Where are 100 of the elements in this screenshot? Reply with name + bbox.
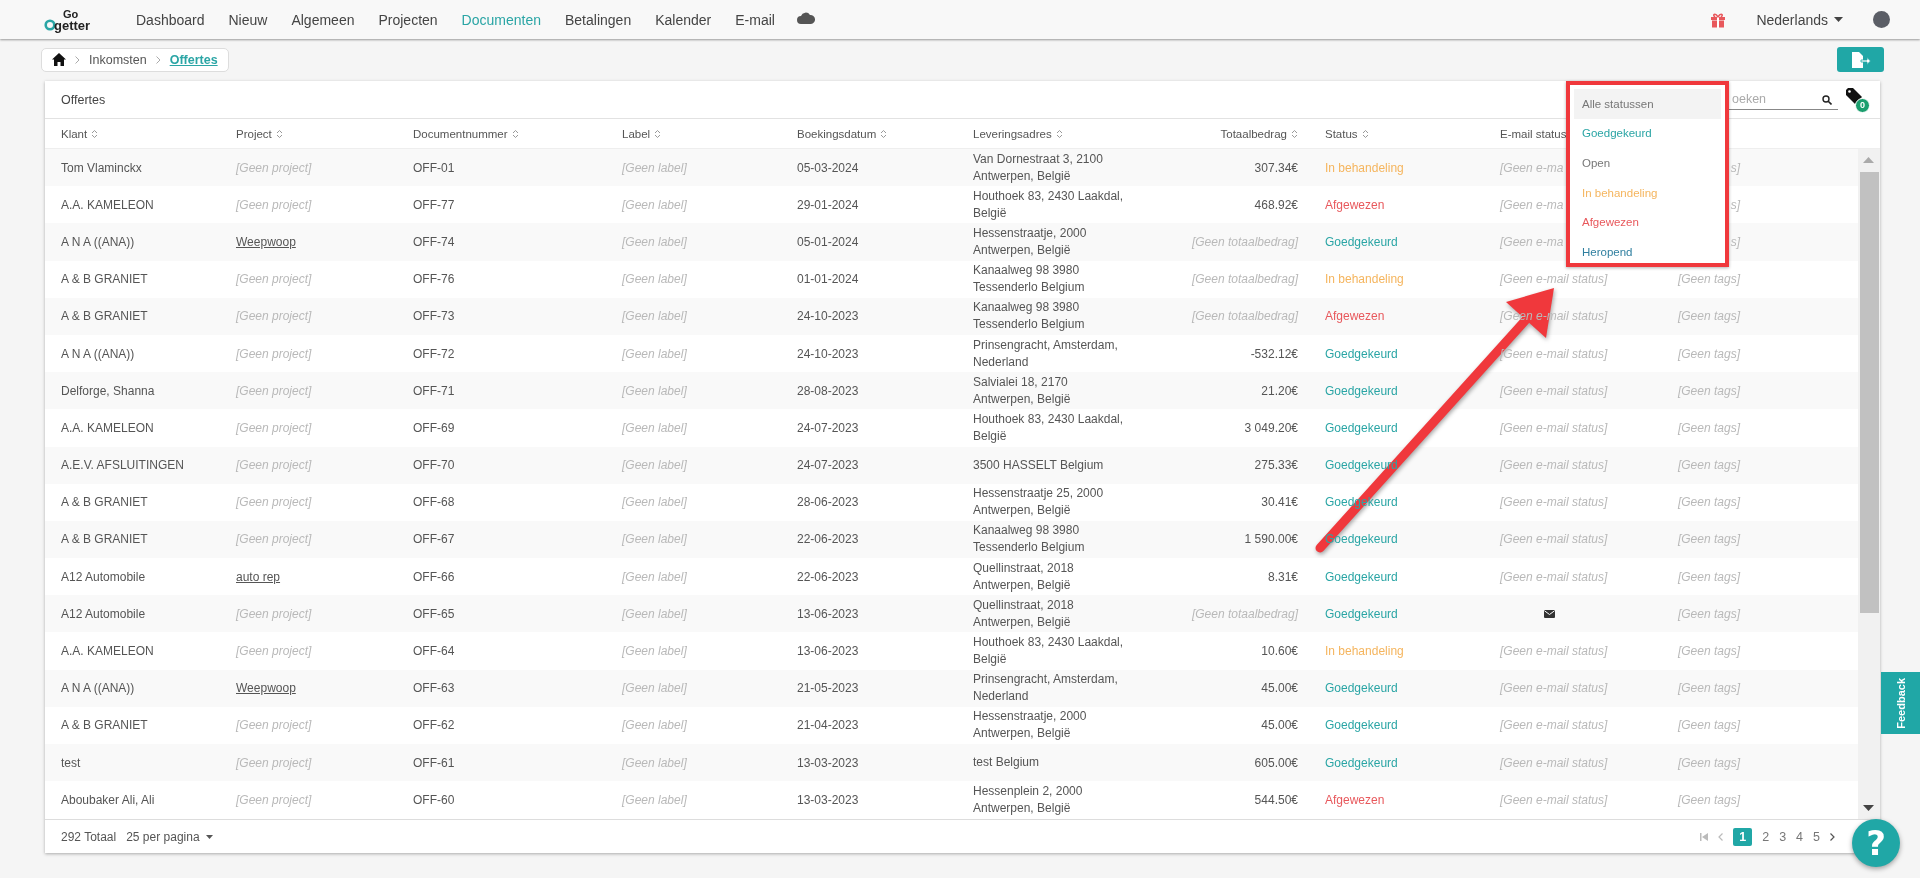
scroll-up-icon[interactable] [1863, 157, 1874, 163]
sort-icon[interactable] [275, 128, 283, 139]
table-cell: [Geen project] [236, 272, 312, 287]
table-cell: A N A ((ANA)) [61, 234, 135, 249]
search-field[interactable]: oeken [1729, 89, 1838, 110]
export-button[interactable] [1837, 47, 1884, 72]
table-cell: [Geen e-mail status] [1500, 346, 1608, 361]
tag-icon[interactable] [1846, 87, 1862, 104]
nav-item[interactable]: Nieuw [216, 11, 280, 28]
nav-item[interactable]: Projecten [366, 11, 450, 28]
table-cell: Prinsengracht, Amsterdam, Nederland [973, 336, 1118, 371]
table-cell: Hessenstraatje, 2000 Antwerpen, België [973, 708, 1087, 743]
nav-item[interactable]: Betalingen [553, 11, 644, 28]
scroll-down-icon[interactable] [1863, 805, 1874, 811]
column-header[interactable]: Label [622, 127, 662, 140]
sort-icon[interactable] [654, 128, 662, 139]
sort-icon[interactable] [880, 128, 888, 139]
table-cell: Salvialei 18, 2170 Antwerpen, België [973, 373, 1071, 408]
column-header[interactable]: Klant [61, 127, 99, 140]
table-cell: 307.34€ [1254, 160, 1298, 175]
table-cell: [Geen e-ma [1500, 160, 1564, 175]
scrollbar[interactable] [1858, 149, 1880, 819]
page-link[interactable]: 4 [1796, 830, 1804, 844]
total-count: 292 Totaal [61, 830, 117, 844]
nav-item[interactable]: Dashboard [124, 11, 217, 28]
first-page-icon[interactable] [1700, 833, 1709, 841]
dropdown-option[interactable]: Alle statussen [1574, 89, 1721, 119]
table-cell: [Geen project] [236, 383, 312, 398]
dropdown-option[interactable]: Afgewezen [1574, 207, 1721, 237]
table-cell: [Geen e-mail status] [1500, 532, 1608, 547]
column-header[interactable]: Documentnummer [413, 127, 519, 140]
nav-item[interactable]: Algemeen [279, 11, 367, 28]
page-link[interactable]: 2 [1762, 830, 1770, 844]
table-cell: [Geen label] [622, 383, 687, 398]
table-cell: [Geen tags] [1677, 383, 1740, 398]
column-header[interactable]: Leveringsadres [973, 127, 1063, 140]
table-cell[interactable]: auto rep [236, 569, 281, 584]
column-header[interactable]: Boekingsdatum [797, 127, 888, 140]
table-cell: [Geen totaalbedrag] [1191, 234, 1298, 249]
table-cell: A & B GRANIET [61, 309, 148, 324]
table-cell: 21-04-2023 [797, 718, 859, 733]
table-cell: [Geen e-mail status] [1500, 644, 1608, 659]
table-cell-text: s] [1729, 234, 1740, 249]
language-selector[interactable]: Nederlands [1756, 11, 1843, 28]
table-cell: OFF-62 [413, 718, 455, 733]
sort-icon[interactable] [91, 128, 99, 139]
previous-icon[interactable] [1718, 833, 1724, 841]
breadcrumb-link[interactable]: Inkomsten [89, 52, 147, 67]
table-cell: OFF-70 [413, 458, 455, 473]
page-link[interactable]: 5 [1813, 830, 1820, 844]
sort-icon[interactable] [1055, 128, 1063, 139]
status-text: Goedgekeurd [1325, 718, 1398, 733]
table-cell[interactable]: Weepwoop [236, 681, 296, 696]
table-cell: [Geen tags] [1677, 569, 1740, 584]
table-cell: [Geen project] [236, 346, 312, 361]
table-cell: 468.92€ [1254, 197, 1298, 212]
table-cell: [Geen label] [622, 495, 687, 510]
table-cell: [Geen tags] [1677, 346, 1740, 361]
avatar[interactable] [1873, 11, 1890, 28]
dropdown-option[interactable]: Open [1574, 148, 1721, 178]
column-header[interactable]: E-mail status [1500, 127, 1567, 140]
nav-item[interactable]: E-mail [723, 11, 787, 28]
sort-icon[interactable] [1291, 128, 1298, 139]
table-cell: OFF-01 [413, 160, 455, 175]
page-link[interactable]: 3 [1779, 830, 1787, 844]
scrollbar-thumb[interactable] [1860, 172, 1879, 613]
column-header[interactable]: Totaalbedrag [1220, 127, 1298, 140]
search-icon[interactable] [1822, 94, 1832, 105]
table-cell: 24-10-2023 [797, 309, 859, 324]
table-cell: OFF-69 [413, 420, 455, 435]
table-cell: Kanaalweg 98 3980 Tessenderlo Belgium [973, 299, 1085, 334]
table-cell: 1 590.00€ [1244, 532, 1298, 547]
table-cell: [Geen label] [622, 272, 687, 287]
sort-icon[interactable] [511, 128, 519, 139]
cloud-icon[interactable] [796, 11, 815, 24]
sort-icon[interactable] [1361, 128, 1369, 139]
logo-icon [44, 18, 56, 31]
table-cell: OFF-60 [413, 792, 455, 807]
table-cell: [Geen project] [236, 606, 312, 621]
table-cell: [Geen e-mail status] [1500, 681, 1608, 696]
table-cell: [Geen e-mail status] [1500, 792, 1608, 807]
dropdown-option[interactable]: Heropend [1574, 236, 1721, 267]
table-cell: 13-06-2023 [797, 644, 859, 659]
table-cell: 22-06-2023 [797, 532, 859, 547]
table-cell: [Geen label] [622, 755, 687, 770]
nav-item[interactable]: Kalender [643, 11, 724, 28]
table-cell: A.A. KAMELEON [61, 197, 154, 212]
table-cell: [Geen e-mail status] [1500, 755, 1608, 770]
per-page-selector[interactable]: 25 per pagina [126, 830, 213, 844]
table-cell: [Geen tags] [1677, 644, 1740, 659]
status-text: Goedgekeurd [1325, 755, 1398, 770]
column-header[interactable]: Status [1325, 127, 1369, 140]
gift-icon[interactable] [1710, 11, 1727, 28]
column-header[interactable]: Project [236, 127, 283, 140]
table-cell: 22-06-2023 [797, 569, 859, 584]
table-cell: OFF-73 [413, 309, 455, 324]
next-icon[interactable] [1830, 833, 1835, 841]
table-cell[interactable]: Weepwoop [236, 234, 296, 249]
home-icon[interactable] [52, 53, 66, 66]
table-cell: [Geen e-ma [1500, 234, 1564, 249]
